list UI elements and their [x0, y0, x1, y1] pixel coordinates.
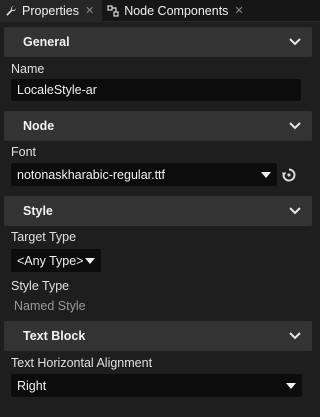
dropdown-arrow-icon: [286, 382, 296, 389]
components-icon: [106, 4, 120, 18]
font-dropdown[interactable]: notonaskharabic-regular.ttf: [11, 163, 277, 186]
font-label: Font: [11, 145, 37, 159]
name-field[interactable]: LocaleStyle-ar: [11, 79, 301, 101]
font-value: notonaskharabic-regular.ttf: [17, 167, 166, 182]
section-title: Style: [23, 204, 53, 218]
target-type-dropdown[interactable]: <Any Type>: [11, 249, 101, 272]
name-value: LocaleStyle-ar: [17, 83, 97, 97]
text-horizontal-alignment-label: Text Horizontal Alignment: [11, 356, 153, 370]
properties-panel: General Name LocaleStyle-ar Node Font no…: [0, 22, 320, 417]
revert-icon[interactable]: [281, 167, 297, 183]
dropdown-arrow-icon: [85, 257, 95, 264]
style-type-label: Style Type: [11, 279, 70, 293]
section-title: General: [23, 35, 70, 49]
dropdown-arrow-icon: [261, 171, 271, 178]
panel-tab-bar: Properties ✕ Node Components ✕: [0, 0, 320, 22]
close-icon[interactable]: ✕: [85, 4, 94, 17]
close-icon[interactable]: ✕: [234, 4, 243, 17]
tab-label: Node Components: [124, 3, 229, 18]
tab-properties[interactable]: Properties ✕: [0, 0, 103, 21]
text-horizontal-alignment-dropdown[interactable]: Right: [11, 374, 302, 397]
chevron-down-icon[interactable]: [288, 331, 302, 341]
tab-label: Properties: [22, 3, 79, 18]
section-style-header[interactable]: Style: [4, 196, 312, 226]
section-title: Node: [23, 119, 55, 133]
text-horizontal-alignment-value: Right: [17, 378, 47, 393]
name-label: Name: [11, 62, 45, 76]
wrench-icon: [4, 4, 18, 18]
target-type-label: Target Type: [11, 230, 77, 244]
chevron-down-icon[interactable]: [288, 206, 302, 216]
section-title: Text Block: [23, 329, 86, 343]
section-node-header[interactable]: Node: [4, 111, 312, 141]
target-type-value: <Any Type>: [17, 253, 84, 268]
style-type-value: Named Style: [14, 299, 86, 313]
chevron-down-icon[interactable]: [288, 37, 302, 47]
tab-node-components[interactable]: Node Components ✕: [102, 0, 251, 21]
section-text-block-header[interactable]: Text Block: [4, 321, 312, 351]
section-general-header[interactable]: General: [4, 27, 312, 57]
chevron-down-icon[interactable]: [288, 121, 302, 131]
